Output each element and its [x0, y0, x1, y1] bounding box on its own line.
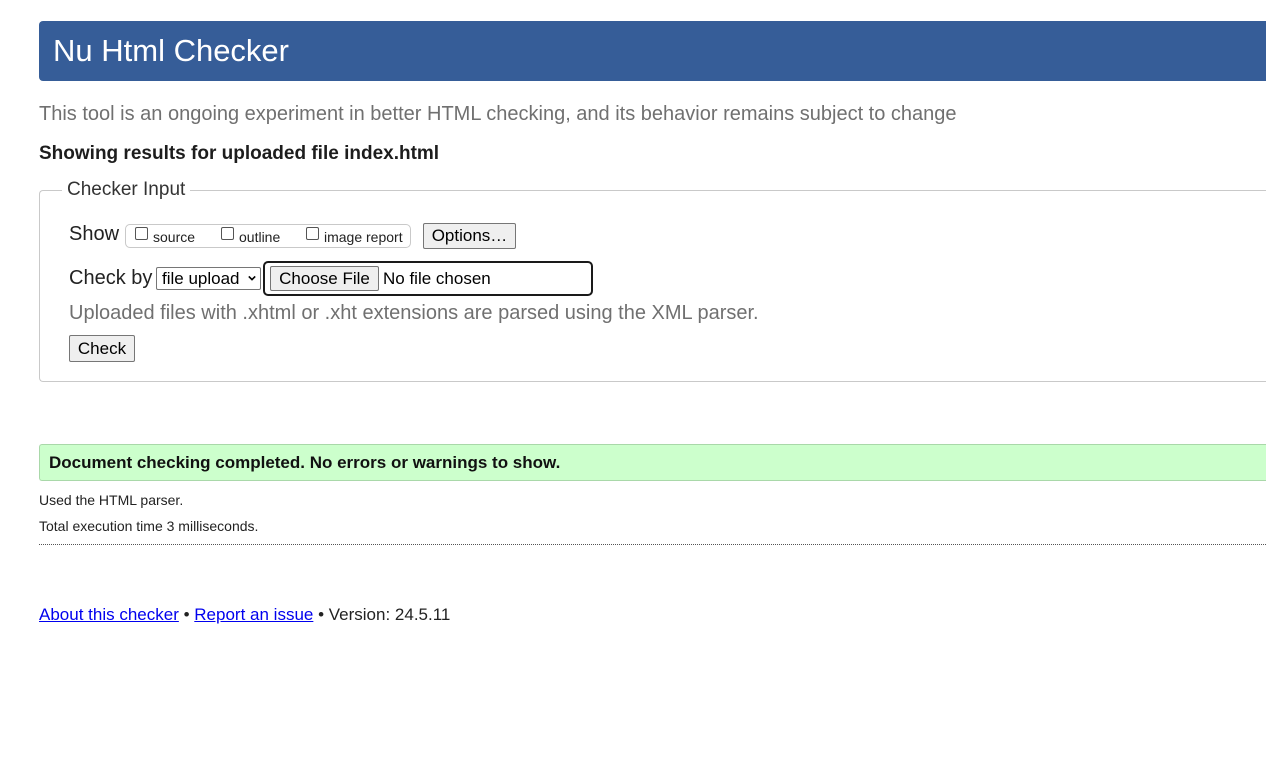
- results-divider: [39, 544, 1266, 545]
- page: Nu Html Checker This tool is an ongoing …: [0, 0, 1266, 782]
- intro-text: This tool is an ongoing experiment in be…: [39, 103, 957, 125]
- options-button[interactable]: Options…: [423, 223, 516, 249]
- image-report-checkbox-label[interactable]: image report: [324, 228, 403, 246]
- source-checkbox[interactable]: [135, 227, 148, 240]
- show-options-group: source outline image report: [125, 224, 411, 248]
- execution-time: Total execution time 3 milliseconds.: [39, 518, 259, 534]
- footer-separator: •: [183, 605, 190, 624]
- show-label: Show: [69, 223, 120, 245]
- report-issue-link[interactable]: Report an issue: [194, 605, 313, 624]
- parser-note: Used the HTML parser.: [39, 492, 184, 508]
- success-message: Document checking completed. No errors o…: [49, 453, 561, 472]
- check-by-label: Check by: [69, 267, 153, 289]
- success-banner: Document checking completed. No errors o…: [39, 444, 1266, 481]
- image-report-checkbox[interactable]: [306, 227, 319, 240]
- checker-input-legend: Checker Input: [62, 178, 191, 202]
- xml-parser-hint: Uploaded files with .xhtml or .xht exten…: [69, 302, 759, 324]
- file-upload-field[interactable]: Choose File No file chosen: [263, 261, 593, 296]
- check-by-select[interactable]: file upload: [156, 267, 261, 290]
- results-heading: Showing results for uploaded file index.…: [39, 143, 440, 164]
- chevron-down-icon: [248, 275, 256, 281]
- footer: About this checker • Report an issue • V…: [39, 604, 450, 625]
- about-checker-link[interactable]: About this checker: [39, 605, 179, 624]
- check-by-selected-value: file upload: [162, 269, 240, 288]
- version-text: • Version: 24.5.11: [318, 605, 451, 624]
- source-checkbox-label[interactable]: source: [153, 228, 195, 246]
- choose-file-button[interactable]: Choose File: [270, 266, 379, 291]
- file-status-text: No file chosen: [383, 269, 491, 288]
- outline-checkbox[interactable]: [221, 227, 234, 240]
- outline-checkbox-label[interactable]: outline: [239, 228, 280, 246]
- check-button[interactable]: Check: [69, 335, 135, 362]
- header-banner: Nu Html Checker: [39, 21, 1266, 81]
- page-title: Nu Html Checker: [53, 33, 289, 68]
